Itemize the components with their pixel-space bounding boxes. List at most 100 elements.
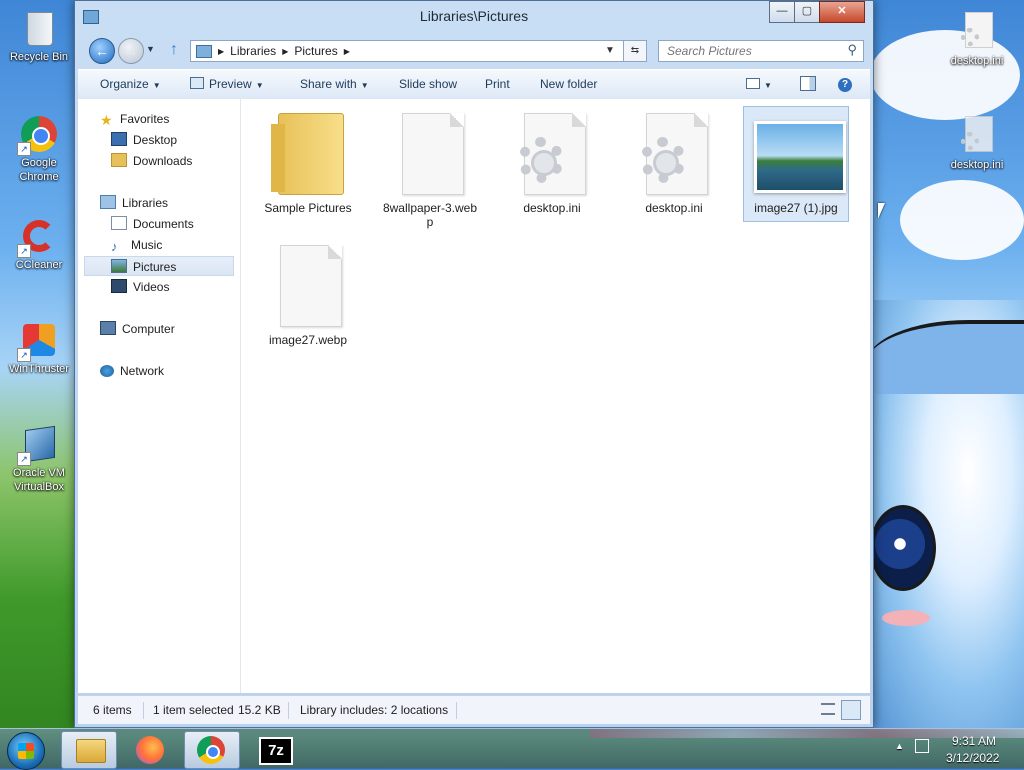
file-item-desktop-ini-2[interactable]: desktop.ini: [618, 107, 730, 215]
chrome-icon-center: [206, 745, 220, 759]
window-title: Libraries\Pictures: [419, 8, 529, 24]
search-icon[interactable]: ⚲: [847, 42, 857, 58]
nav-favorites[interactable]: ★ Favorites: [100, 109, 169, 129]
help-icon[interactable]: ?: [838, 76, 852, 92]
organize-menu[interactable]: Organize ▼: [100, 77, 161, 91]
breadcrumb-separator-icon[interactable]: ▶: [282, 47, 288, 56]
libraries-icon: [100, 195, 116, 209]
wallpaper-cloud: [900, 180, 1024, 260]
image-thumbnail-icon: [748, 107, 846, 199]
network-tray-icon[interactable]: [915, 739, 929, 753]
settings-file-icon: [504, 107, 600, 199]
breadcrumb-separator-icon[interactable]: ▶: [344, 47, 350, 56]
start-button[interactable]: [7, 732, 45, 770]
file-name: image27 (1).jpg: [754, 201, 838, 215]
status-library-locations[interactable]: Library includes: 2 locations: [300, 703, 448, 717]
refresh-button[interactable]: ⇆: [623, 40, 647, 62]
desktop-icon-ccleaner[interactable]: ↗ CCleaner: [2, 216, 76, 272]
title-bar[interactable]: Libraries\Pictures — ▢ ✕: [75, 1, 873, 31]
computer-icon: [100, 321, 116, 335]
large-icons-view-icon[interactable]: [841, 700, 861, 720]
minimize-button[interactable]: —: [769, 1, 795, 23]
desktop-icon-recycle-bin[interactable]: Recycle Bin: [2, 8, 76, 64]
nav-videos-label: Videos: [133, 280, 170, 294]
chevron-down-icon: ▼: [152, 81, 161, 90]
preview-menu[interactable]: Preview ▼: [190, 77, 264, 91]
desktop-icon-google-chrome[interactable]: ↗ Google Chrome: [2, 114, 76, 184]
file-item-8wallpaper[interactable]: 8wallpaper-3.webp: [374, 107, 486, 229]
status-divider: [456, 702, 457, 719]
navigation-pane: ★ Favorites Desktop Downloads Libraries D…: [78, 99, 241, 693]
nav-documents[interactable]: Documents: [111, 214, 194, 234]
library-folder-icon: [196, 44, 212, 58]
taskbar-7zip[interactable]: 7z: [248, 731, 302, 767]
taskbar-firefox[interactable]: [124, 731, 178, 767]
breadcrumb-libraries[interactable]: Libraries: [230, 44, 276, 58]
desktop-icon-virtualbox[interactable]: ↗ Oracle VM VirtualBox: [2, 424, 76, 494]
up-arrow-icon[interactable]: ↑: [170, 41, 178, 59]
file-name: image27.webp: [268, 333, 348, 347]
winthruster-icon: ↗: [17, 320, 59, 362]
nav-videos[interactable]: Videos: [111, 277, 169, 297]
nav-libraries[interactable]: Libraries: [100, 193, 168, 213]
file-item-sample-pictures[interactable]: Sample Pictures: [252, 107, 364, 215]
content-area: ★ Favorites Desktop Downloads Libraries D…: [78, 99, 870, 693]
file-item-image27-jpg[interactable]: image27 (1).jpg: [743, 106, 849, 222]
clock-time[interactable]: 9:31 AM: [952, 734, 996, 748]
slide-show-button[interactable]: Slide show: [399, 77, 457, 91]
ccleaner-icon: ↗: [17, 216, 59, 258]
firefox-icon: [136, 736, 164, 764]
mouse-cursor-icon: [878, 203, 885, 219]
file-item-image27-webp[interactable]: image27.webp: [252, 239, 364, 347]
nav-pictures[interactable]: Pictures: [84, 256, 234, 276]
taskbar-chrome[interactable]: [184, 731, 240, 769]
file-name: desktop.ini: [645, 201, 703, 215]
desktop-icon-label: desktop.ini: [950, 55, 1004, 67]
search-box[interactable]: ⚲: [658, 40, 864, 62]
desktop-icon-winthruster[interactable]: ↗ WinThruster: [2, 320, 76, 376]
preview-pane-icon[interactable]: [800, 76, 816, 94]
taskbar: 7z ▲ 9:31 AM 3/12/2022: [0, 728, 1024, 770]
details-view-icon[interactable]: [821, 703, 835, 715]
close-button[interactable]: ✕: [819, 1, 865, 23]
status-divider: [288, 702, 289, 719]
nav-documents-label: Documents: [133, 217, 194, 231]
pictures-icon: [111, 259, 127, 273]
organize-label: Organize: [100, 77, 149, 91]
back-button[interactable]: ←: [89, 38, 115, 64]
address-history-dropdown-icon[interactable]: ▼: [602, 41, 618, 61]
nav-favorites-label: Favorites: [120, 112, 170, 126]
status-divider: [143, 702, 144, 719]
new-folder-button[interactable]: New folder: [540, 77, 597, 91]
nav-desktop[interactable]: Desktop: [111, 130, 177, 150]
desktop-icon-label: Oracle VM VirtualBox: [13, 467, 65, 493]
taskbar-explorer[interactable]: [61, 731, 117, 769]
recent-pages-dropdown-icon[interactable]: ▼: [146, 44, 155, 54]
print-button[interactable]: Print: [485, 77, 510, 91]
status-item-count: 6 items: [93, 703, 132, 717]
address-bar[interactable]: ▶ Libraries ▶ Pictures ▶: [190, 40, 646, 62]
wallpaper-character-blush: [882, 610, 930, 626]
nav-computer[interactable]: Computer: [100, 319, 175, 339]
maximize-button[interactable]: ▢: [794, 1, 820, 23]
desktop-icon-desktop-ini-2[interactable]: desktop.ini: [940, 116, 1014, 172]
search-input[interactable]: [665, 41, 839, 61]
file-name: desktop.ini: [523, 201, 581, 215]
breadcrumb-separator-icon[interactable]: ▶: [218, 47, 224, 56]
nav-music[interactable]: ♪ Music: [111, 235, 162, 255]
file-item-desktop-ini-1[interactable]: desktop.ini: [496, 107, 608, 215]
nav-downloads[interactable]: Downloads: [111, 151, 192, 171]
file-name: Sample Pictures: [264, 201, 352, 215]
forward-button[interactable]: →: [118, 38, 144, 64]
clock-date[interactable]: 3/12/2022: [946, 751, 999, 765]
documents-icon: [111, 216, 127, 230]
nav-network[interactable]: Network: [100, 361, 164, 381]
share-with-menu[interactable]: Share with ▼: [300, 77, 369, 91]
show-hidden-icons-icon[interactable]: ▲: [895, 741, 904, 751]
desktop-icon-label: desktop.ini: [950, 159, 1004, 171]
desktop-icon-desktop-ini-1[interactable]: desktop.ini: [940, 12, 1014, 68]
command-bar: Organize ▼ Preview ▼ Share with ▼ Slide sho…: [78, 69, 870, 100]
desktop-icon: [111, 132, 127, 146]
change-view-icon[interactable]: ▼: [746, 77, 772, 91]
breadcrumb-pictures[interactable]: Pictures: [294, 44, 337, 58]
